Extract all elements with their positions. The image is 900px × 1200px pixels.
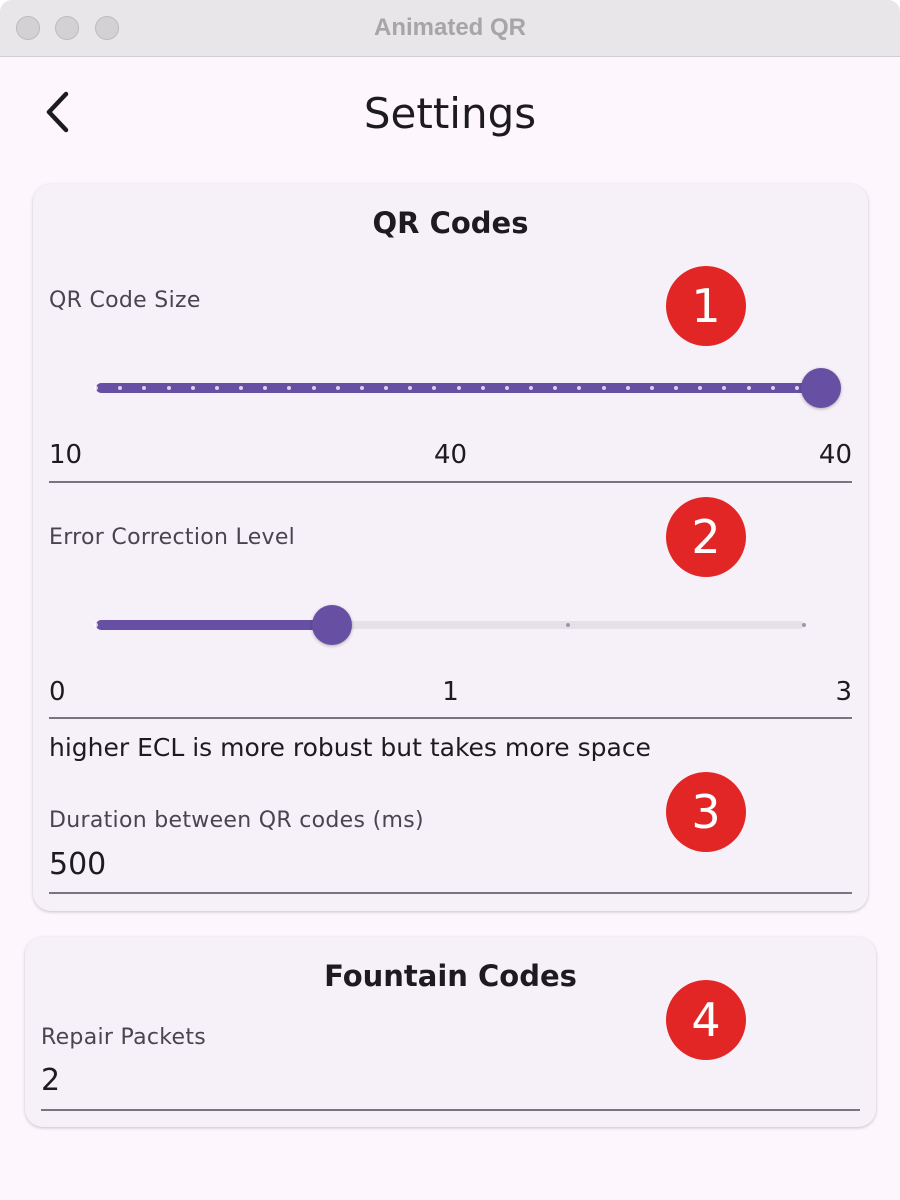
duration-input[interactable]: 500 bbox=[49, 847, 106, 882]
slider-tick-mark bbox=[94, 386, 98, 390]
page-title: Settings bbox=[363, 89, 537, 138]
slider-tick-mark bbox=[649, 386, 654, 390]
ecl-max-label: 3 bbox=[835, 677, 852, 707]
slider-tick-mark bbox=[480, 386, 485, 390]
ecl-divider bbox=[49, 717, 852, 719]
window-title: Animated QR bbox=[373, 14, 526, 41]
qr-size-value-label: 40 bbox=[433, 440, 468, 470]
slider-tick-mark bbox=[190, 386, 195, 390]
slider-tick-mark bbox=[794, 386, 799, 390]
ecl-value-label: 1 bbox=[442, 677, 459, 707]
app-bar: Settings bbox=[0, 57, 900, 167]
qr-codes-card-title: QR Codes bbox=[372, 206, 529, 240]
annotation-badge-2: 2 bbox=[666, 497, 746, 577]
slider-active-track bbox=[96, 620, 332, 630]
qr-size-divider bbox=[49, 481, 852, 483]
slider-tick-mark bbox=[311, 386, 316, 390]
slider-tick-mark bbox=[456, 386, 461, 390]
ecl-help-text: higher ECL is more robust but takes more… bbox=[49, 733, 651, 762]
repair-packets-input[interactable]: 2 bbox=[41, 1063, 60, 1098]
qr-size-max-label: 40 bbox=[818, 440, 852, 470]
repair-packets-underline bbox=[41, 1109, 860, 1111]
slider-tick-mark bbox=[166, 386, 171, 390]
duration-underline bbox=[49, 892, 852, 894]
slider-tick-mark bbox=[94, 623, 98, 627]
slider-thumb[interactable] bbox=[312, 605, 352, 645]
title-bar: Animated QR bbox=[0, 0, 900, 57]
ecl-label: Error Correction Level bbox=[49, 525, 296, 550]
slider-tick-mark bbox=[239, 386, 243, 390]
slider-tick-mark bbox=[746, 386, 751, 390]
slider-tick-mark bbox=[674, 386, 678, 390]
fountain-codes-card: Fountain Codes Repair Packets 2 bbox=[25, 937, 876, 1127]
slider-tick-mark bbox=[601, 386, 606, 390]
duration-label: Duration between QR codes (ms) bbox=[49, 808, 424, 833]
ecl-slider[interactable] bbox=[94, 604, 806, 645]
slider-tick-mark bbox=[214, 386, 219, 390]
slider-tick-mark bbox=[384, 386, 388, 390]
slider-tick-mark bbox=[802, 623, 806, 627]
slider-tick-mark bbox=[529, 386, 533, 390]
annotation-badge-1: 1 bbox=[666, 266, 746, 346]
slider-tick-mark bbox=[335, 386, 340, 390]
annotation-badge-4: 4 bbox=[666, 980, 746, 1060]
slider-thumb[interactable] bbox=[801, 368, 841, 408]
qr-size-slider[interactable] bbox=[94, 367, 841, 408]
qr-size-label: QR Code Size bbox=[49, 288, 201, 313]
slider-tick-mark bbox=[566, 623, 570, 627]
slider-tick-mark bbox=[625, 386, 630, 390]
slider-tick-mark bbox=[359, 386, 364, 390]
annotation-badge-3: 3 bbox=[666, 772, 746, 852]
repair-packets-label: Repair Packets bbox=[41, 1025, 207, 1050]
slider-tick-mark bbox=[504, 386, 509, 390]
slider-tick-mark bbox=[770, 386, 775, 390]
app-window: Animated QR Settings QR Codes QR Code Si… bbox=[0, 0, 900, 1200]
fountain-codes-card-title: Fountain Codes bbox=[324, 959, 577, 993]
